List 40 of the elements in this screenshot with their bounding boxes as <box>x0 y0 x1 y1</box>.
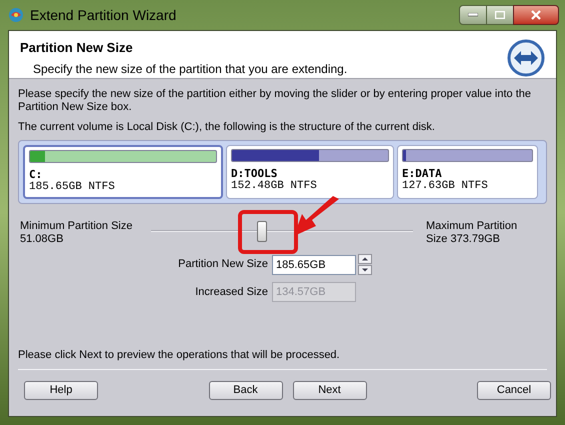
field-label: Partition New Size <box>177 257 269 272</box>
spin-up-button[interactable] <box>358 254 372 264</box>
instruction-text: The current volume is Local Disk (C:), the following is the structure of the current disk. <box>18 121 436 134</box>
min-size-value: 51.08GB <box>20 233 64 246</box>
max-size-label: Maximum Partition <box>426 220 518 233</box>
partition-info: 185.65GB NTFS <box>29 181 116 194</box>
caret-up-icon <box>361 256 369 262</box>
dialog-button[interactable]: Back <box>208 380 282 400</box>
partition-block[interactable]: D:TOOLS 152.48GB NTFS <box>226 145 394 199</box>
header-title: Partition New Size <box>20 39 134 57</box>
maximize-icon <box>495 11 505 19</box>
slider-thumb[interactable] <box>256 221 267 242</box>
partition-name: E:DATA <box>402 167 443 180</box>
header-subtitle: Specify the new size of the partition that you are extending. <box>33 60 348 78</box>
spin-down-button[interactable] <box>358 265 372 275</box>
window-title: Extend Partition Wizard <box>30 6 176 24</box>
dialog-button[interactable]: Help <box>24 380 98 400</box>
close-icon <box>531 10 541 20</box>
size-slider[interactable] <box>151 220 413 244</box>
footer-note: Please click Next to preview the operations that will be processed. <box>18 348 341 362</box>
minimize-button[interactable] <box>459 5 487 25</box>
partition-name: D:TOOLS <box>231 167 278 180</box>
dialog-button[interactable]: Next <box>292 380 366 400</box>
maximize-button[interactable] <box>487 5 513 25</box>
partition-block[interactable]: C: 185.65GB NTFS <box>23 145 223 199</box>
partition-info: 152.48GB NTFS <box>231 180 318 193</box>
caret-down-icon <box>361 267 369 273</box>
instruction-text: Please specify the new size of the partition either by moving the slider or by entering proper value into the Partition New Size box. <box>18 88 532 114</box>
size-field[interactable]: 185.65GB <box>272 254 356 274</box>
spinner-control[interactable] <box>358 254 372 275</box>
close-button[interactable] <box>513 5 559 25</box>
app-icon <box>8 7 24 23</box>
partition-info: 127.63GB NTFS <box>402 180 489 193</box>
dialog-button[interactable]: Cancel <box>477 380 551 400</box>
minimize-icon <box>468 13 478 17</box>
partition-block[interactable]: E:DATA 127.63GB NTFS <box>397 145 538 199</box>
partition-name: C: <box>29 168 44 181</box>
max-size-value: Size 373.79GB <box>426 233 501 246</box>
field-label: Increased Size <box>194 284 269 300</box>
min-size-label: Minimum Partition Size <box>20 220 134 233</box>
